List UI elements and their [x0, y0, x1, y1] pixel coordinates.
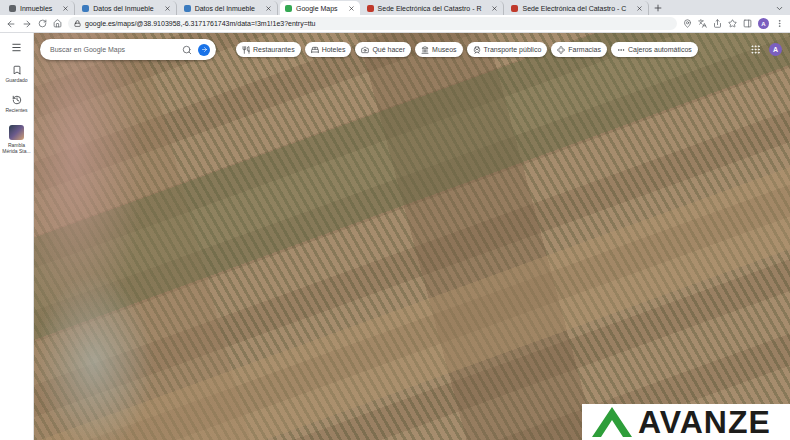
category-chip[interactable]: Museos [415, 42, 463, 57]
hotels-icon [311, 46, 319, 54]
tab-label: Google Maps [296, 5, 344, 12]
category-chip[interactable]: Transporte público [467, 42, 548, 57]
browser-tab[interactable]: Datos del Inmueble [77, 1, 176, 15]
todo-icon [361, 46, 369, 54]
tab-label: Inmuebles [20, 5, 58, 12]
category-chip[interactable]: Hoteles [305, 42, 352, 57]
sidebar-item[interactable]: Guardado [1, 65, 33, 83]
close-icon[interactable] [348, 5, 355, 12]
favicon-icon [9, 5, 16, 12]
close-icon[interactable] [62, 5, 69, 12]
watermark-logo: AVANZE [582, 404, 790, 440]
transit-icon [473, 46, 481, 54]
maps-sidebar: Guardado Recientes Rambla Mérida Sta... [0, 33, 34, 440]
tab-search-button[interactable] [772, 1, 786, 15]
url-text: google.es/maps/@38.9103958,-6.3171761743… [85, 20, 316, 27]
translate-icon[interactable] [698, 19, 707, 28]
history-icon [12, 95, 22, 105]
satellite-map[interactable]: Buscar en Google Maps Restaurantes Hoteles… [34, 33, 790, 440]
bookmark-icon [12, 65, 22, 75]
toolbar: google.es/maps/@38.9103958,-6.3171761743… [0, 15, 790, 33]
maps-profile-avatar[interactable]: A [769, 43, 782, 56]
search-icon[interactable] [182, 45, 192, 55]
tab-label: Datos del Inmueble [93, 5, 159, 12]
profile-avatar[interactable]: A [758, 18, 769, 29]
favicon-icon [285, 5, 292, 12]
forward-icon[interactable] [22, 19, 32, 29]
apps-grid-icon[interactable] [750, 44, 761, 55]
category-chips: Restaurantes HotelesQué hacer Museos Transp… [236, 42, 698, 57]
address-bar[interactable]: google.es/maps/@38.9103958,-6.3171761743… [68, 17, 677, 30]
pharmacy-icon [557, 46, 565, 54]
browser-window: Inmuebles Datos del Inmueble Datos del Inm… [0, 0, 790, 440]
home-icon[interactable] [53, 19, 62, 28]
museums-icon [421, 46, 429, 54]
new-tab-button[interactable] [651, 1, 665, 15]
browser-tab[interactable]: Sede Electrónica del Catastro - R [362, 1, 505, 15]
watermark-text: AVANZE [638, 406, 771, 438]
directions-icon [201, 46, 208, 53]
close-icon[interactable] [265, 5, 272, 12]
reload-icon[interactable] [38, 19, 47, 28]
plus-icon [653, 3, 663, 13]
favicon-icon [511, 5, 518, 12]
chevron-down-icon [775, 4, 784, 13]
tab-label: Sede Electrónica del Catastro - C [522, 5, 632, 12]
search-box[interactable]: Buscar en Google Maps [40, 39, 216, 60]
star-icon[interactable] [728, 19, 737, 28]
category-chip[interactable]: Farmacias [551, 42, 607, 57]
category-chip[interactable]: Cajeros automáticos [611, 42, 698, 57]
menu-icon[interactable] [775, 19, 784, 28]
lock-icon [74, 20, 81, 27]
atm-icon [617, 46, 625, 54]
browser-tab[interactable]: Datos del Inmueble [179, 1, 278, 15]
sidebar-item[interactable]: Recientes [1, 95, 33, 113]
favicon-icon [367, 5, 374, 12]
close-icon[interactable] [491, 5, 498, 12]
chevron-logo-icon [592, 407, 632, 437]
sidebar-item[interactable]: Rambla Mérida Sta... [1, 125, 33, 154]
favicon-icon [184, 5, 191, 12]
directions-button[interactable] [198, 44, 210, 56]
location-icon[interactable] [683, 19, 692, 28]
place-thumbnail [9, 125, 24, 140]
hamburger-icon[interactable] [11, 42, 22, 53]
tab-label: Datos del Inmueble [195, 5, 261, 12]
back-icon[interactable] [6, 19, 16, 29]
tab-bar: Inmuebles Datos del Inmueble Datos del Inm… [0, 0, 790, 15]
category-chip[interactable]: Qué hacer [355, 42, 411, 57]
browser-tab[interactable]: Sede Electrónica del Catastro - C [506, 1, 649, 15]
tab-label: Sede Electrónica del Catastro - R [378, 5, 488, 12]
search-placeholder: Buscar en Google Maps [50, 46, 176, 53]
browser-tab[interactable]: Inmuebles [4, 1, 75, 15]
side-panel-icon[interactable] [743, 19, 752, 28]
favicon-icon [82, 5, 89, 12]
close-icon[interactable] [636, 5, 643, 12]
browser-tab[interactable]: Google Maps [280, 1, 360, 15]
share-icon[interactable] [713, 19, 722, 28]
close-icon[interactable] [164, 5, 171, 12]
category-chip[interactable]: Restaurantes [236, 42, 301, 57]
restaurants-icon [242, 46, 250, 54]
